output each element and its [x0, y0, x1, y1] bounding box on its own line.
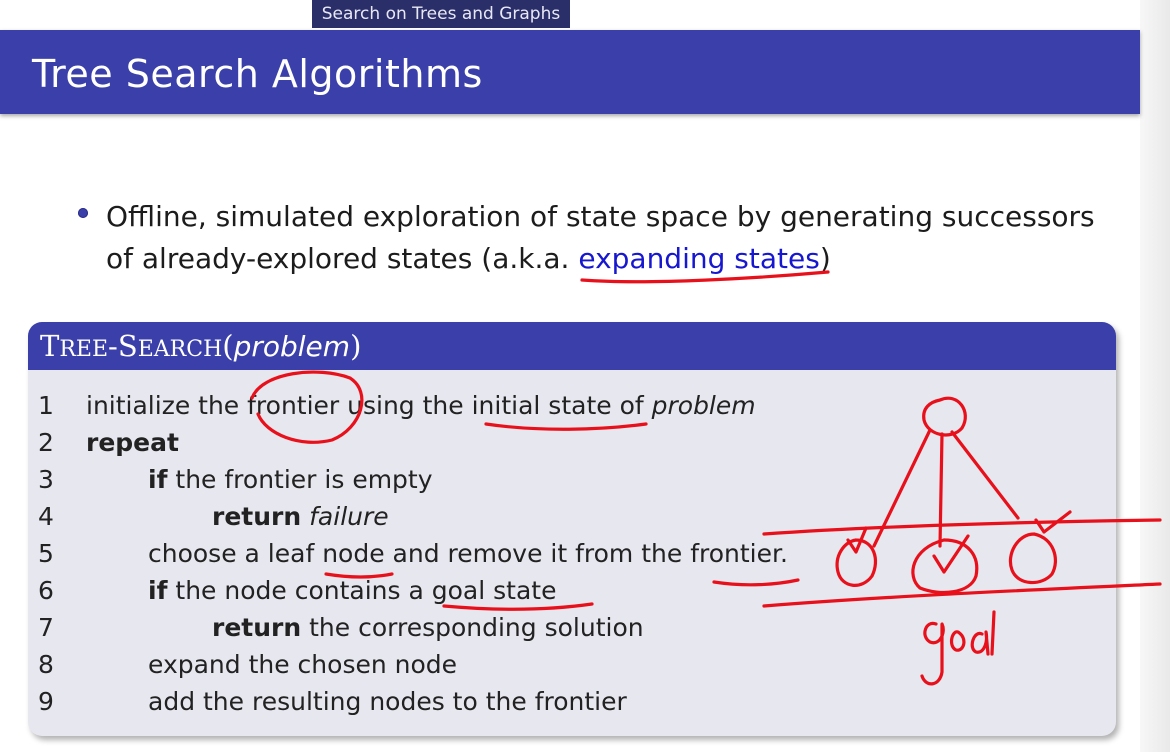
code-text: choose a leaf node and remove it from th… [148, 536, 788, 572]
section-tab[interactable]: Search on Trees and Graphs [312, 0, 570, 28]
code-variable: problem [651, 391, 756, 420]
code-segment: add the resulting nodes to the frontier [148, 687, 627, 716]
code-line-5: 5 choose a leaf node and remove it from … [28, 536, 1116, 572]
code-keyword: return [212, 502, 302, 531]
code-line-2: 2 repeat [28, 425, 1116, 461]
code-text: initialize the frontier using the initia… [86, 388, 756, 424]
code-segment: choose a leaf node and remove it from th… [148, 539, 788, 568]
code-line-6: 6 if the node contains a goal state [28, 573, 1116, 609]
code-segment: expand the chosen node [148, 650, 458, 679]
bullet-text: Offline, simulated exploration of state … [106, 196, 1116, 280]
code-text: add the resulting nodes to the frontier [148, 684, 627, 720]
code-text: if the frontier is empty [148, 462, 433, 498]
line-number: 7 [38, 613, 54, 642]
code-text: expand the chosen node [148, 647, 457, 683]
line-number: 3 [38, 465, 54, 494]
algo-name-earch: EARCH [137, 337, 223, 362]
code-text: if the node contains a goal state [148, 573, 556, 609]
algo-name-S: S [117, 329, 138, 363]
algo-open-paren: ( [222, 329, 234, 363]
top-navigation: Search on Trees and Graphs [0, 0, 1140, 30]
code-text: return the corresponding solution [212, 610, 644, 646]
code-segment: initialize the frontier using the initia… [86, 391, 652, 420]
code-text: return failure [212, 499, 389, 535]
code-keyword: return [212, 613, 302, 642]
code-segment: the node contains a goal state [167, 576, 557, 605]
algo-close-paren: ) [350, 329, 362, 363]
code-text: repeat [86, 425, 179, 461]
bullet-text-part2: ) [819, 242, 831, 275]
code-keyword: if [148, 576, 168, 605]
line-number: 8 [38, 650, 54, 679]
code-line-7: 7 return the corresponding solution [28, 610, 1116, 646]
code-segment: the frontier is empty [167, 465, 433, 494]
algorithm-argument: problem [233, 330, 351, 363]
code-line-4: 4 return failure [28, 499, 1116, 535]
code-line-3: 3 if the frontier is empty [28, 462, 1116, 498]
bullet-icon [78, 208, 88, 218]
line-number: 4 [38, 502, 54, 531]
code-segment: the corresponding solution [301, 613, 644, 642]
line-number: 1 [38, 391, 54, 420]
algo-name-dash: - [108, 329, 118, 363]
code-keyword: repeat [86, 428, 179, 457]
algorithm-block: TREE-SEARCH(problem) 1 initialize the fr… [28, 322, 1116, 736]
slide-right-edge [1140, 0, 1170, 752]
code-line-9: 9 add the resulting nodes to the frontie… [28, 684, 1116, 720]
algorithm-name: TREE-SEARCH(problem) [40, 329, 361, 363]
line-number: 6 [38, 576, 54, 605]
code-variable: failure [309, 502, 389, 531]
algorithm-header: TREE-SEARCH(problem) [28, 322, 1116, 370]
code-line-1: 1 initialize the frontier using the init… [28, 388, 1116, 424]
code-line-8: 8 expand the chosen node [28, 647, 1116, 683]
code-keyword: if [148, 465, 168, 494]
line-number: 2 [38, 428, 54, 457]
algo-name-ree: REE [59, 337, 109, 362]
expanding-states-link[interactable]: expanding states [578, 242, 819, 275]
line-number: 5 [38, 539, 54, 568]
line-number: 9 [38, 687, 54, 716]
algo-name-T: T [40, 329, 60, 363]
slide-title: Tree Search Algorithms [32, 52, 483, 96]
